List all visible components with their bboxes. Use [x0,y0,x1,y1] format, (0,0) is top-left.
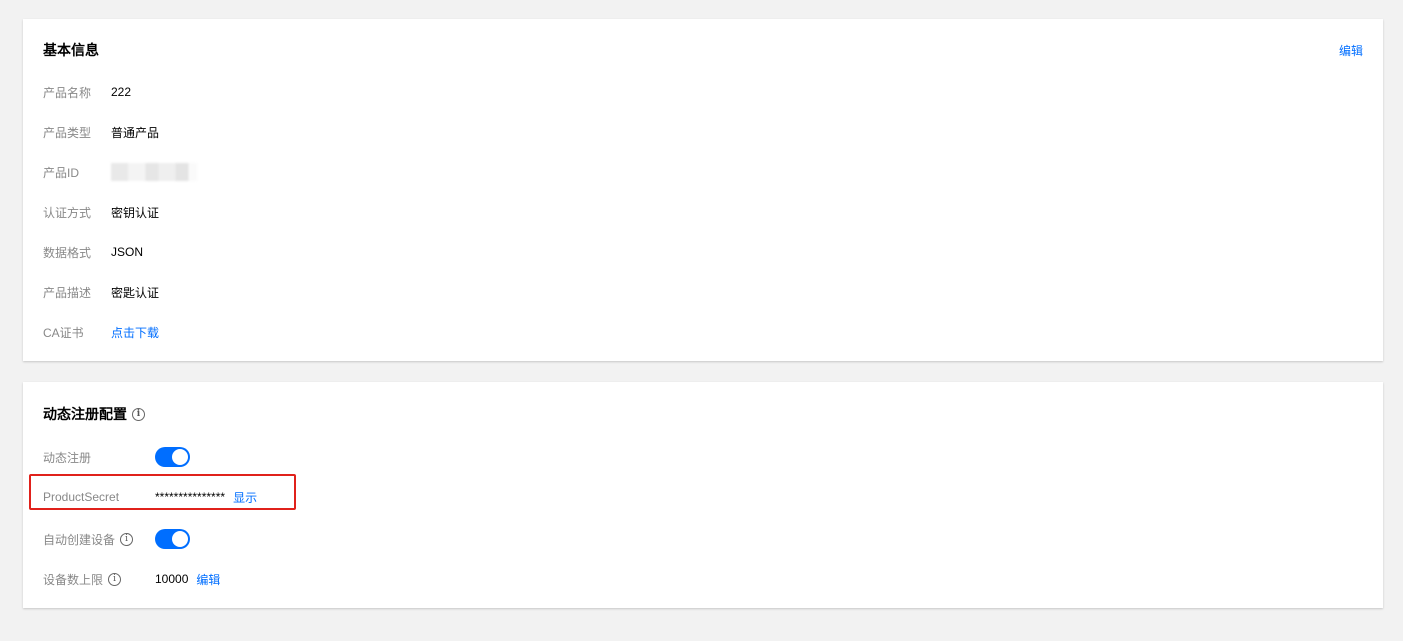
field-label: 动态注册 [43,450,92,465]
field-label: 产品名称 [43,85,92,100]
field-label: 认证方式 [43,205,92,220]
basic-info-title: 基本信息 [43,42,99,58]
dynamic-register-row: 动态注册 [43,446,190,468]
field-label: 产品描述 [43,285,92,300]
device-limit-edit-link[interactable]: 编辑 [196,571,220,588]
dynamic-register-title-text: 动态注册配置 [43,406,127,422]
product-secret-row: ProductSecret *************** 显示 [43,488,257,506]
field-value: 222 [111,85,132,99]
field-row-product-type: 产品类型 普通产品 [43,123,159,141]
field-row-data-format: 数据格式 JSON [43,243,143,261]
basic-info-card: 基本信息 编辑 产品名称 222 产品类型 普通产品 产品ID 认证方式 密钥认… [23,19,1383,361]
device-limit-row: 设备数上限 i 10000 编辑 [43,570,220,588]
product-secret-value: *************** [155,490,226,504]
field-label: 数据格式 [43,245,92,260]
field-label: ProductSecret [43,490,120,504]
show-secret-link[interactable]: 显示 [233,489,257,506]
field-value: 密钥认证 [111,205,160,220]
info-icon[interactable]: i [108,572,122,586]
field-label: 产品ID [43,165,80,180]
info-icon[interactable]: i [120,532,134,546]
field-label: CA证书 [43,325,84,340]
info-icon[interactable]: i [132,407,145,421]
field-value: 密匙认证 [111,285,160,300]
device-limit-label: 设备数上限 [43,572,104,587]
dynamic-register-title: 动态注册配置 i [43,404,145,424]
ca-download-link[interactable]: 点击下载 [111,324,159,341]
device-limit-value: 10000 [155,572,189,586]
field-row-description: 产品描述 密匙认证 [43,283,159,301]
field-value: JSON [111,245,144,259]
field-value: 普通产品 [111,125,160,140]
basic-info-edit-link[interactable]: 编辑 [1339,42,1363,59]
field-label: 产品类型 [43,125,92,140]
product-id-redacted [111,163,197,181]
auto-create-row: 自动创建设备 i [43,528,190,550]
dynamic-register-card: 动态注册配置 i 动态注册 ProductSecret ************… [23,382,1383,608]
field-row-ca-cert: CA证书 点击下载 [43,323,159,341]
toggle-knob [172,449,188,465]
field-row-product-name: 产品名称 222 [43,83,131,101]
auto-create-label: 自动创建设备 [43,532,116,547]
field-row-product-id: 产品ID [43,163,197,181]
dynamic-register-toggle[interactable] [155,447,190,467]
field-label: 设备数上限 i [43,571,155,588]
auto-create-toggle[interactable] [155,529,190,549]
toggle-knob [172,531,188,547]
field-row-auth-method: 认证方式 密钥认证 [43,203,159,221]
field-label: 自动创建设备 i [43,531,155,548]
